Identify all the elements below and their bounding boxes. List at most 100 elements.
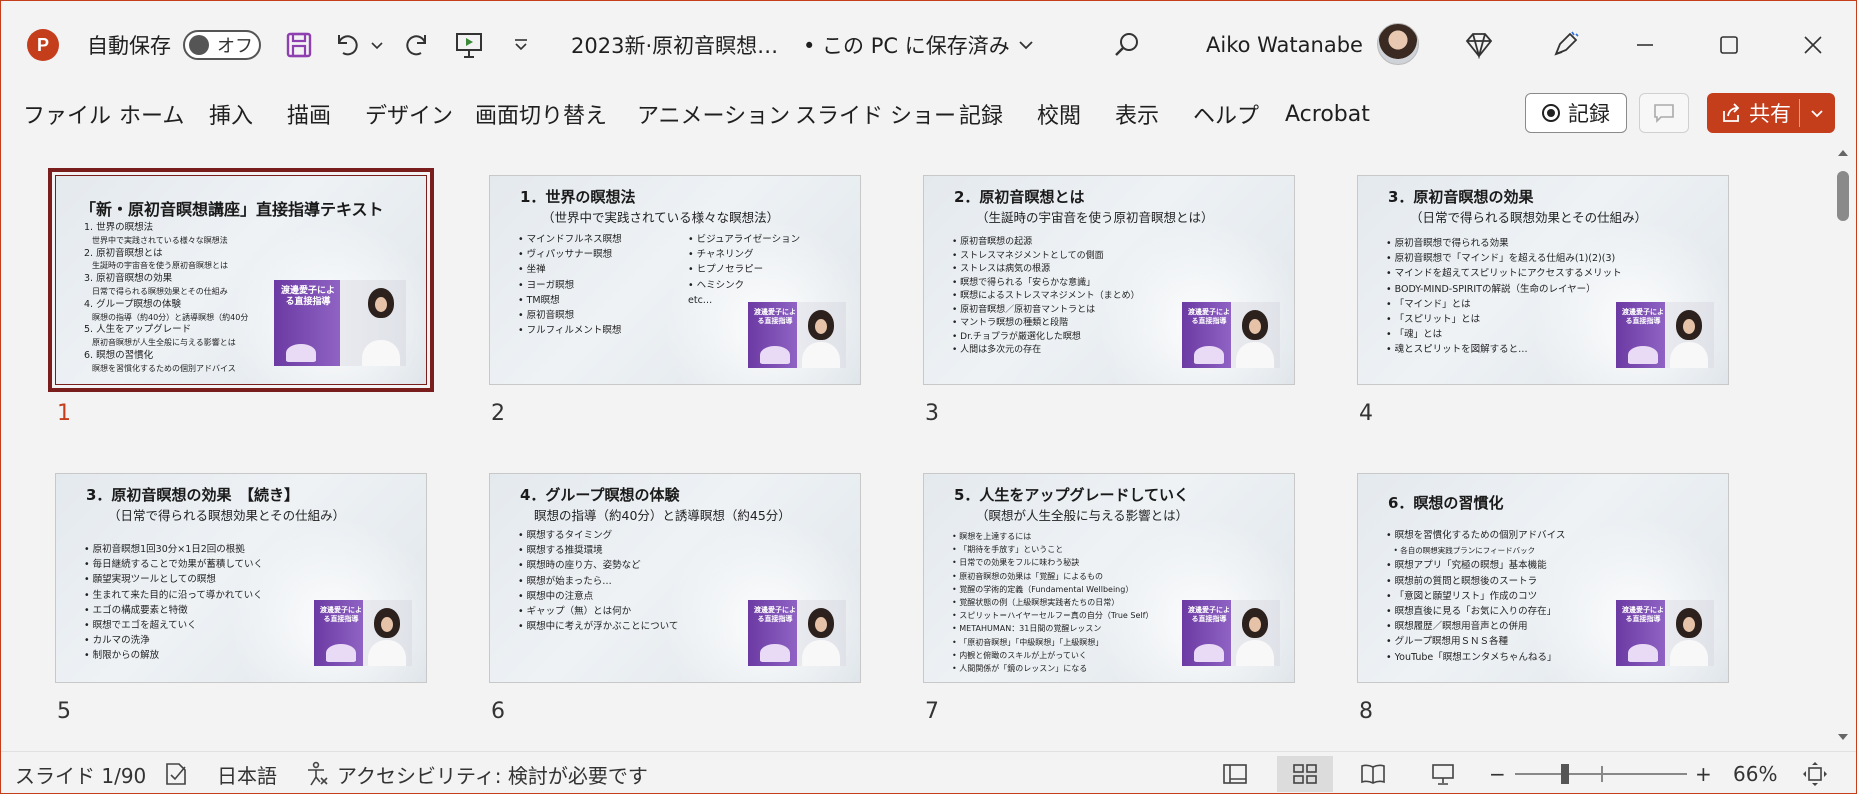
record-button[interactable]: 記録 — [1525, 93, 1627, 133]
slide-preview[interactable]: 1．世界の瞑想法 （世界中で実践されている様々な瞑想法） • マインドフルネス瞑… — [489, 175, 861, 385]
save-icon[interactable] — [279, 25, 319, 65]
slide-preview[interactable]: 6．瞑想の習慣化 • 瞑想を習慣化するための個別アドバイス • 各自の瞑想実践プ… — [1357, 473, 1729, 683]
slideshow-icon — [1432, 764, 1454, 785]
autosave-toggle[interactable]: オフ — [183, 30, 261, 60]
comments-button[interactable] — [1639, 93, 1689, 133]
tab-design[interactable]: デザイン — [365, 99, 453, 129]
redo-icon[interactable] — [397, 25, 437, 65]
present-icon[interactable] — [449, 25, 489, 65]
photo-caption: 渡邊愛子による直接指導 — [754, 308, 796, 325]
autosave-label: 自動保存 — [87, 34, 171, 58]
avatar[interactable] — [1377, 23, 1419, 65]
undo-dropdown-chevron-icon[interactable] — [367, 31, 387, 59]
save-status[interactable]: • この PC に保存済み — [803, 27, 1034, 63]
slide-preview[interactable]: 4．グループ瞑想の体験 瞑想の指導（約40分）と誘導瞑想（約45分） • 瞑想す… — [489, 473, 861, 683]
lotus-image — [1628, 644, 1658, 662]
list-item: • 原初音瞑想の効果は「覚醒」によるもの — [952, 571, 1104, 581]
tab-home[interactable]: ホーム — [119, 99, 184, 129]
slide-body: • 原初音瞑想1回30分×1日2回の根拠 • 毎日継続することで効果が蓄積してい… — [84, 542, 263, 664]
list-item: • 瞑想を習慣化するための個別アドバイス — [1386, 530, 1566, 541]
tab-help[interactable]: ヘルプ — [1193, 99, 1259, 129]
list-item: • 原初音瞑想で得られる効果 — [1386, 238, 1509, 249]
tab-file[interactable]: ファイル — [23, 99, 111, 129]
fit-to-window-button[interactable] — [1801, 758, 1829, 790]
record-button-label: 記録 — [1568, 102, 1610, 126]
minimize-icon[interactable] — [1625, 25, 1665, 65]
tab-view[interactable]: 表示 — [1115, 99, 1159, 129]
document-title[interactable]: 2023新·原初音瞑想… — [571, 27, 778, 63]
search-icon[interactable] — [1107, 25, 1147, 65]
zoom-out-button[interactable]: − — [1489, 758, 1506, 790]
list-item: • チャネリング — [688, 249, 754, 261]
customize-toolbar-icon[interactable] — [501, 25, 541, 65]
list-item: • ヴィパッサナー瞑想 — [518, 249, 613, 261]
scrollbar-thumb[interactable] — [1837, 171, 1849, 221]
language-indicator[interactable]: 日本語 — [217, 758, 277, 790]
lotus-image — [1194, 346, 1224, 364]
normal-view-button[interactable] — [1207, 756, 1263, 792]
zoom-slider-knob[interactable] — [1561, 764, 1569, 784]
vertical-scrollbar[interactable] — [1827, 139, 1856, 751]
instructor-body — [1670, 640, 1708, 666]
pen-icon[interactable] — [1545, 25, 1585, 65]
instructor-face — [374, 608, 400, 638]
list-item: • ヘミシンク — [688, 279, 745, 291]
list-item: • 覚醒状態の例（上級瞑想実践者たちの日常） — [952, 598, 1120, 608]
tab-record[interactable]: 記録 — [959, 99, 1003, 129]
tab-acrobat[interactable]: Acrobat — [1285, 99, 1370, 129]
save-status-label: • この PC に保存済み — [803, 34, 1010, 58]
user-name[interactable]: Aiko Watanabe — [1206, 27, 1363, 63]
list-item: • マインドフルネス瞑想 — [518, 234, 622, 245]
list-item: • 瞑想直後に見る「お気に入りの存在」 — [1386, 606, 1557, 618]
list-item: • 瞑想でエゴを超えていく — [84, 620, 197, 632]
list-item: • 瞑想時の座り方、姿勢など — [518, 560, 641, 572]
list-item: • 日常での効果をフルに味わう秘訣 — [952, 558, 1080, 568]
tab-insert[interactable]: 挿入 — [209, 99, 253, 129]
list-item: • ストレスは病気の根源 — [952, 264, 1051, 274]
slide-preview[interactable]: 2．原初音瞑想とは （生誕時の宇宙音を使う原初音瞑想とは） • 原初音瞑想の起源… — [923, 175, 1295, 385]
slide-body: • 原初音瞑想の起源 • ストレスマネジメントとしての側面 • ストレスは病気の… — [952, 236, 1140, 358]
share-button[interactable]: 共有 — [1707, 93, 1835, 133]
accessibility-status[interactable]: アクセシビリティ: 検討が必要です — [305, 758, 648, 790]
list-item: • エゴの構成要素と特徴 — [84, 604, 188, 616]
list-item: 2. 原初音瞑想とは — [84, 247, 163, 259]
zoom-level[interactable]: 66% — [1733, 758, 1777, 790]
slide-preview[interactable]: 3．原初音瞑想の効果 【続き】 （日常で得られる瞑想効果とその仕組み） • 原初… — [55, 473, 427, 683]
slide-preview[interactable]: 「新・原初音瞑想講座」直接指導テキスト 1. 世界の瞑想法 世界中で実践されてい… — [48, 168, 434, 392]
reading-view-button[interactable] — [1345, 756, 1401, 792]
title-bar: P 自動保存 オフ 2023新·原初音瞑想… • この PC に保存済み Aik… — [1, 1, 1856, 89]
maximize-icon[interactable] — [1709, 25, 1749, 65]
undo-icon[interactable] — [327, 25, 367, 65]
slide-sorter-view-button[interactable] — [1277, 756, 1333, 792]
slide-preview[interactable]: 5．人生をアップグレードしていく （瞑想が人生全般に与える影響とは） • 瞑想を… — [923, 473, 1295, 683]
scroll-up-arrow-icon[interactable] — [1835, 145, 1851, 161]
slide-title: 3．原初音瞑想の効果 【続き】 — [86, 486, 299, 504]
zoom-in-button[interactable]: + — [1695, 758, 1712, 790]
scroll-down-arrow-icon[interactable] — [1835, 729, 1851, 745]
chevron-down-icon[interactable] — [1807, 101, 1827, 125]
slide-preview[interactable]: 3．原初音瞑想の効果 （日常で得られる瞑想効果とその仕組み） • 原初音瞑想で得… — [1357, 175, 1729, 385]
slideshow-view-button[interactable] — [1415, 756, 1471, 792]
tab-slideshow[interactable]: スライド ショー — [795, 99, 956, 129]
tab-review[interactable]: 校閲 — [1037, 99, 1081, 129]
list-item: • 瞑想前の質問と瞑想後のスートラ — [1386, 575, 1538, 587]
instructor-face — [808, 310, 834, 340]
close-icon[interactable] — [1793, 25, 1833, 65]
slide-counter[interactable]: スライド 1/90 — [15, 758, 146, 790]
tab-transitions[interactable]: 画面切り替え — [475, 99, 607, 129]
list-item: • 「原初音瞑想」「中級瞑想」「上級瞑想」 — [952, 637, 1104, 647]
tab-animations[interactable]: アニメーション — [637, 99, 790, 129]
diamond-icon[interactable] — [1459, 25, 1499, 65]
instructor-body — [1670, 342, 1708, 368]
lotus-image — [760, 644, 790, 662]
normal-view-icon — [1223, 764, 1247, 784]
list-item: • 瞑想によるストレスマネジメント（まとめ） — [952, 291, 1140, 301]
lotus-image — [1194, 644, 1224, 662]
tab-draw[interactable]: 描画 — [287, 99, 331, 129]
instructor-photo: 渡邊愛子による直接指導 — [748, 302, 846, 368]
spellcheck-icon[interactable] — [163, 758, 189, 790]
list-item: • 魂とスピリットを図解すると… — [1386, 344, 1528, 356]
photo-caption: 渡邊愛子による直接指導 — [320, 606, 362, 623]
list-item: • カルマの洗浄 — [84, 635, 150, 647]
list-item: • 坐禅 — [518, 264, 546, 276]
